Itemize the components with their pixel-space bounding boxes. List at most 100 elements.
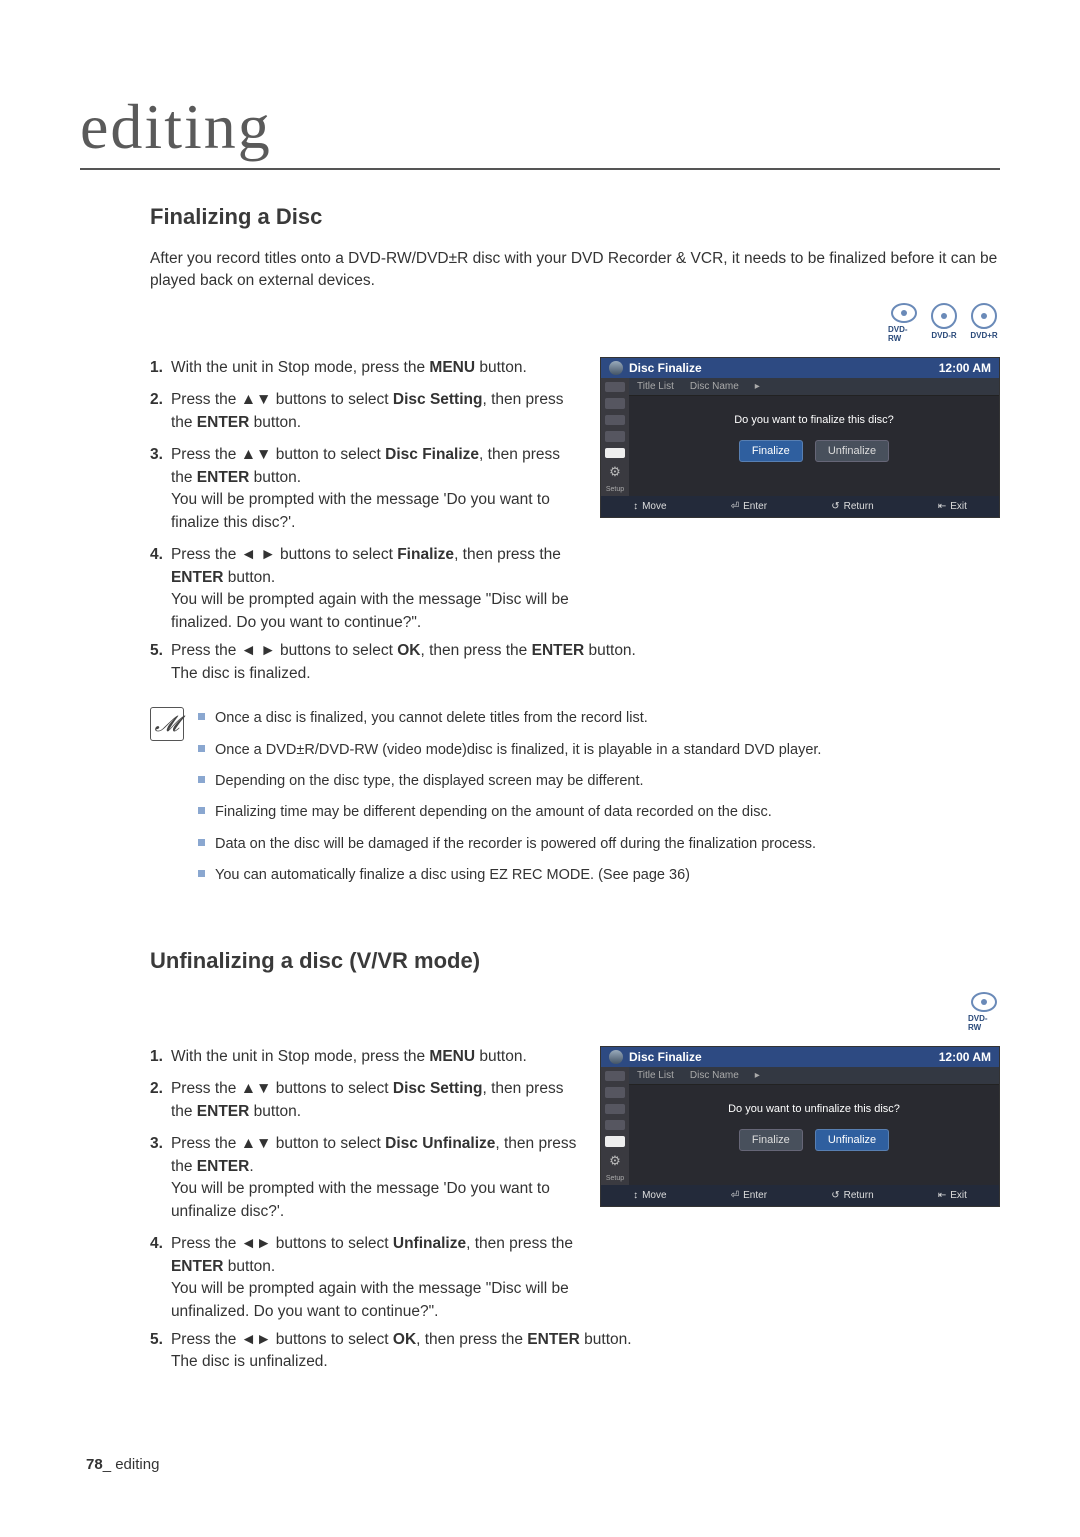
- step-text: With the unit in Stop mode, press the ME…: [171, 1046, 582, 1068]
- step-text: With the unit in Stop mode, press the ME…: [171, 357, 582, 379]
- updown-icon: ↕: [633, 501, 638, 512]
- section-b-steps-cont: 5.Press the ◄► buttons to select OK, the…: [150, 1329, 1000, 1374]
- section-a-title: Finalizing a Disc: [150, 204, 1000, 230]
- note-item: Data on the disc will be damaged if the …: [198, 833, 1000, 855]
- sidebar-icon: [605, 415, 625, 425]
- step-text: Press the ▲▼ button to select Disc Unfin…: [171, 1133, 582, 1223]
- osd-sidebar: ⚙ Setup: [601, 378, 629, 496]
- section-a-steps: 1.With the unit in Stop mode, press the …: [150, 357, 582, 634]
- note-text: Finalizing time may be different dependi…: [215, 801, 772, 823]
- osd-clock: 12:00 AM: [939, 1050, 991, 1064]
- disc-badge-row-a: DVD-RW DVD-R DVD+R: [150, 303, 1000, 343]
- finalize-button[interactable]: Finalize: [739, 440, 803, 462]
- section-b-steps: 1.With the unit in Stop mode, press the …: [150, 1046, 582, 1323]
- exit-icon: ⇤: [938, 1190, 946, 1201]
- step-item: 2.Press the ▲▼ buttons to select Disc Se…: [150, 1078, 582, 1123]
- return-icon: ↺: [831, 1190, 839, 1201]
- osd-question: Do you want to unfinalize this disc?: [629, 1103, 999, 1115]
- step-item: 5.Press the ◄ ► buttons to select OK, th…: [150, 640, 1000, 685]
- footer-section: editing: [115, 1456, 159, 1473]
- osd-title: Disc Finalize: [629, 361, 702, 375]
- step-item: 2.Press the ▲▼ buttons to select Disc Se…: [150, 389, 582, 434]
- step-text: Press the ◄ ► buttons to select OK, then…: [171, 640, 1000, 685]
- enter-icon: ⏎: [731, 1190, 739, 1201]
- osd-footer: ↕ Move ⏎ Enter ↺ Return ⇤ Exit: [601, 496, 999, 517]
- step-item: 3.Press the ▲▼ button to select Disc Unf…: [150, 1133, 582, 1223]
- osd-footer: ↕ Move ⏎ Enter ↺ Return ⇤ Exit: [601, 1185, 999, 1206]
- return-icon: ↺: [831, 501, 839, 512]
- note-text: Once a disc is finalized, you cannot del…: [215, 707, 648, 729]
- note-item: You can automatically finalize a disc us…: [198, 864, 1000, 886]
- section-a-notes: Once a disc is finalized, you cannot del…: [198, 707, 1000, 896]
- unfinalize-button[interactable]: Unfinalize: [815, 1129, 889, 1151]
- step-item: 4.Press the ◄ ► buttons to select Finali…: [150, 544, 582, 634]
- enter-icon: ⏎: [731, 501, 739, 512]
- osd-clock: 12:00 AM: [939, 361, 991, 375]
- footer-exit: Exit: [950, 1190, 967, 1201]
- note-item: Once a disc is finalized, you cannot del…: [198, 707, 1000, 729]
- sidebar-icon: [605, 1104, 625, 1114]
- step-item: 1.With the unit in Stop mode, press the …: [150, 357, 582, 379]
- note-item: Finalizing time may be different dependi…: [198, 801, 1000, 823]
- section-b-title: Unfinalizing a disc (V/VR mode): [150, 948, 1000, 974]
- step-item: 4.Press the ◄► buttons to select Unfinal…: [150, 1233, 582, 1323]
- sidebar-icon-selected: [605, 448, 625, 458]
- osd-screenshot-finalize: Disc Finalize 12:00 AM ⚙ Setup: [600, 357, 1000, 518]
- page-footer: 78_ editing: [86, 1456, 159, 1473]
- disc-icon: [609, 361, 623, 375]
- sidebar-icon: [605, 1071, 625, 1081]
- note-icon: 𝓜: [150, 707, 184, 741]
- dvd-rw-badge: DVD-RW: [968, 992, 1000, 1032]
- note-item: Once a DVD±R/DVD-RW (video mode)disc is …: [198, 739, 1000, 761]
- osd-row-caret: ▸: [755, 1070, 760, 1081]
- section-a-steps-cont: 5.Press the ◄ ► buttons to select OK, th…: [150, 640, 1000, 685]
- step-text: Press the ▲▼ buttons to select Disc Sett…: [171, 389, 582, 434]
- exit-icon: ⇤: [938, 501, 946, 512]
- footer-exit: Exit: [950, 501, 967, 512]
- osd-title: Disc Finalize: [629, 1050, 702, 1064]
- osd-row-right: Disc Name: [690, 1070, 739, 1081]
- osd-row-caret: ▸: [755, 381, 760, 392]
- note-text: Once a DVD±R/DVD-RW (video mode)disc is …: [215, 739, 821, 761]
- osd-row-left: Title List: [637, 1070, 674, 1081]
- footer-sep: _: [103, 1456, 111, 1473]
- sidebar-icon: [605, 1087, 625, 1097]
- note-text: Data on the disc will be damaged if the …: [215, 833, 816, 855]
- finalize-button[interactable]: Finalize: [739, 1129, 803, 1151]
- dvd-rw-badge: DVD-RW: [888, 303, 920, 343]
- footer-enter: Enter: [743, 1190, 767, 1201]
- disc-icon: [609, 1050, 623, 1064]
- note-item: Depending on the disc type, the displaye…: [198, 770, 1000, 792]
- updown-icon: ↕: [633, 1190, 638, 1201]
- chapter-title: editing: [80, 90, 1000, 170]
- step-item: 3.Press the ▲▼ button to select Disc Fin…: [150, 444, 582, 534]
- footer-move: Move: [642, 1190, 666, 1201]
- badge-label: DVD-R: [931, 331, 956, 340]
- step-text: Press the ▲▼ buttons to select Disc Sett…: [171, 1078, 582, 1123]
- setup-label: Setup: [606, 486, 624, 493]
- note-text: Depending on the disc type, the displaye…: [215, 770, 644, 792]
- section-a-intro: After you record titles onto a DVD-RW/DV…: [150, 248, 1000, 293]
- dvd-plus-r-badge: DVD+R: [968, 303, 1000, 343]
- sidebar-icon: [605, 382, 625, 392]
- footer-return: Return: [844, 1190, 874, 1201]
- step-item: 5.Press the ◄► buttons to select OK, the…: [150, 1329, 1000, 1374]
- badge-label: DVD-RW: [968, 1014, 1000, 1032]
- sidebar-icon: [605, 431, 625, 441]
- footer-enter: Enter: [743, 501, 767, 512]
- osd-sidebar: ⚙ Setup: [601, 1067, 629, 1185]
- osd-row-right: Disc Name: [690, 381, 739, 392]
- footer-return: Return: [844, 501, 874, 512]
- note-text: You can automatically finalize a disc us…: [215, 864, 690, 886]
- sidebar-icon: [605, 398, 625, 408]
- step-item: 1.With the unit in Stop mode, press the …: [150, 1046, 582, 1068]
- badge-label: DVD+R: [970, 331, 997, 340]
- sidebar-icon-selected: [605, 1136, 625, 1146]
- unfinalize-button[interactable]: Unfinalize: [815, 440, 889, 462]
- osd-row-left: Title List: [637, 381, 674, 392]
- step-text: Press the ◄► buttons to select Unfinaliz…: [171, 1233, 582, 1323]
- footer-move: Move: [642, 501, 666, 512]
- badge-label: DVD-RW: [888, 325, 920, 343]
- osd-screenshot-unfinalize: Disc Finalize 12:00 AM ⚙ Setup: [600, 1046, 1000, 1207]
- step-text: Press the ▲▼ button to select Disc Final…: [171, 444, 582, 534]
